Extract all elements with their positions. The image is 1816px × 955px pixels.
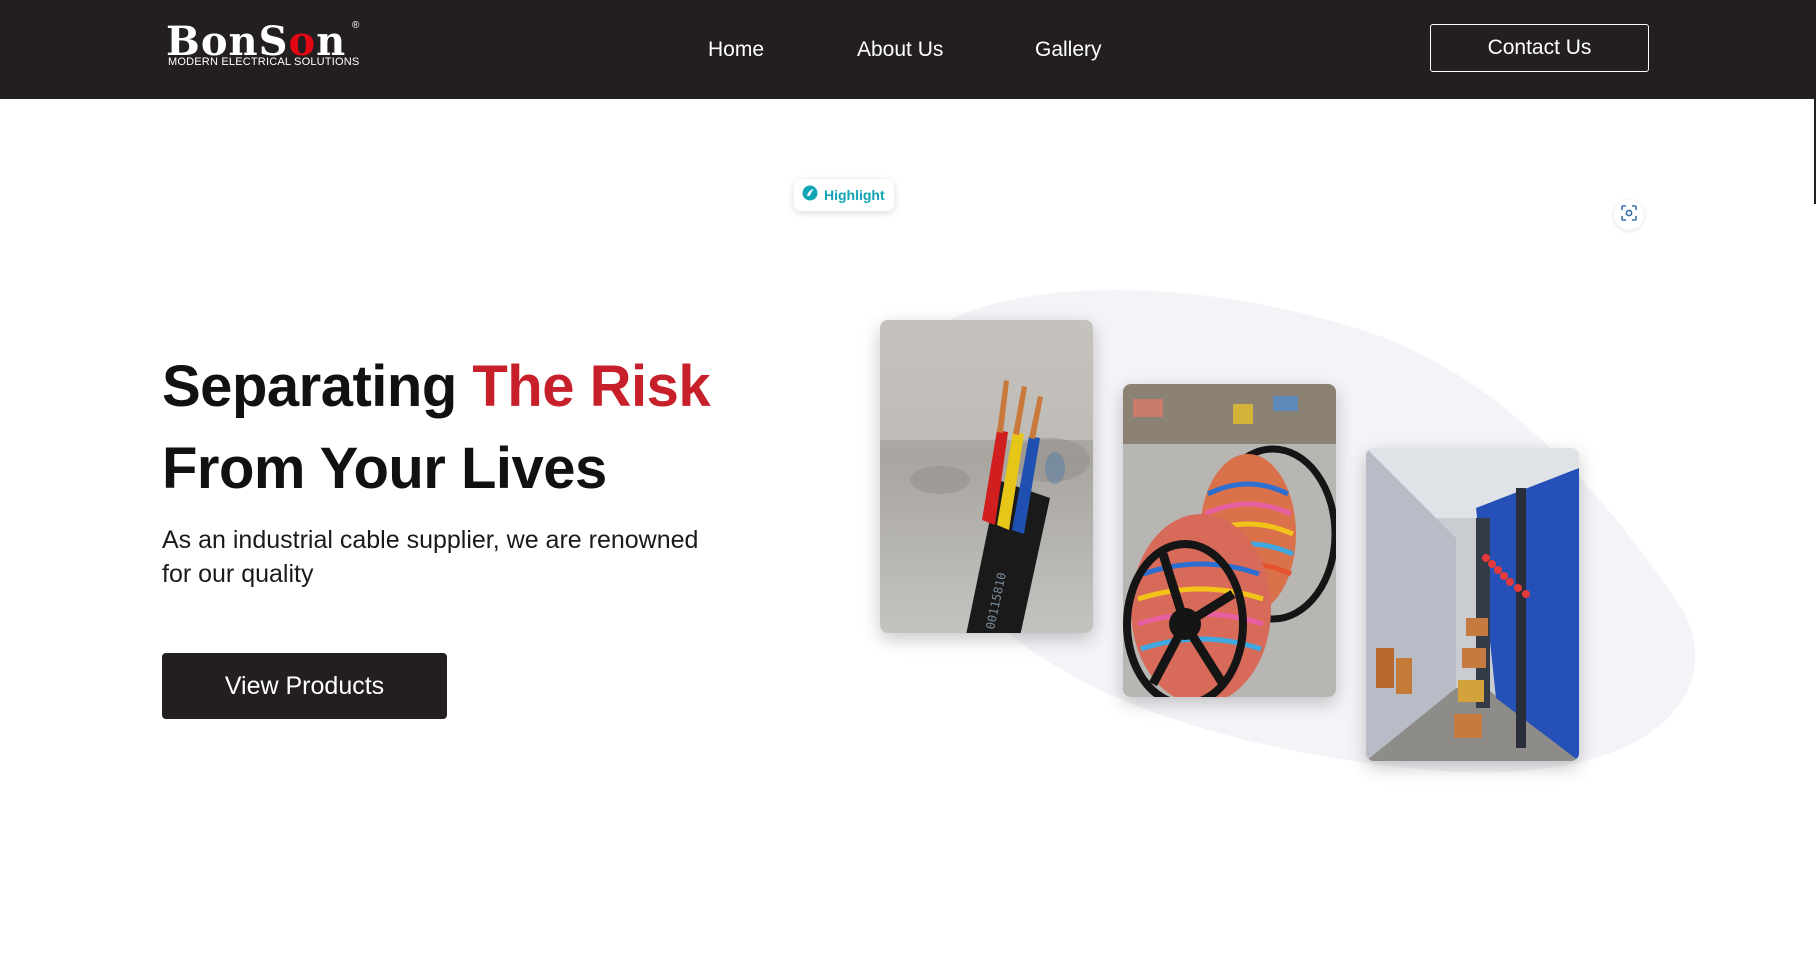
hero-subtitle: As an industrial cable supplier, we are … bbox=[162, 526, 699, 588]
scan-button[interactable] bbox=[1614, 200, 1644, 230]
gallery-photo-production-line bbox=[1366, 448, 1579, 761]
nav-gallery[interactable]: Gallery bbox=[1035, 0, 1102, 99]
site-header: BonSon ® MODERN ELECTRICAL SOLUTIONS Hom… bbox=[0, 0, 1816, 99]
highlight-icon bbox=[802, 185, 818, 206]
logo-tagline: MODERN ELECTRICAL SOLUTIONS bbox=[168, 56, 360, 68]
gallery-photo-spools bbox=[1123, 384, 1336, 697]
logo-registered-mark: ® bbox=[352, 20, 360, 31]
view-products-button[interactable]: View Products bbox=[162, 653, 447, 719]
nav-about-us[interactable]: About Us bbox=[857, 0, 943, 99]
hero-title-accent: The Risk bbox=[472, 354, 711, 419]
gallery-photo-cable: 00115810 bbox=[880, 320, 1093, 633]
nav-home[interactable]: Home bbox=[708, 0, 764, 99]
bonson-logo[interactable]: BonSon ® MODERN ELECTRICAL SOLUTIONS bbox=[166, 20, 362, 72]
highlight-button[interactable]: Highlight bbox=[794, 179, 894, 211]
hero-title: Separating The Risk From Your Lives bbox=[162, 354, 711, 501]
highlight-label: Highlight bbox=[824, 187, 885, 203]
contact-us-button[interactable]: Contact Us bbox=[1430, 24, 1649, 72]
scan-icon bbox=[1620, 204, 1638, 227]
